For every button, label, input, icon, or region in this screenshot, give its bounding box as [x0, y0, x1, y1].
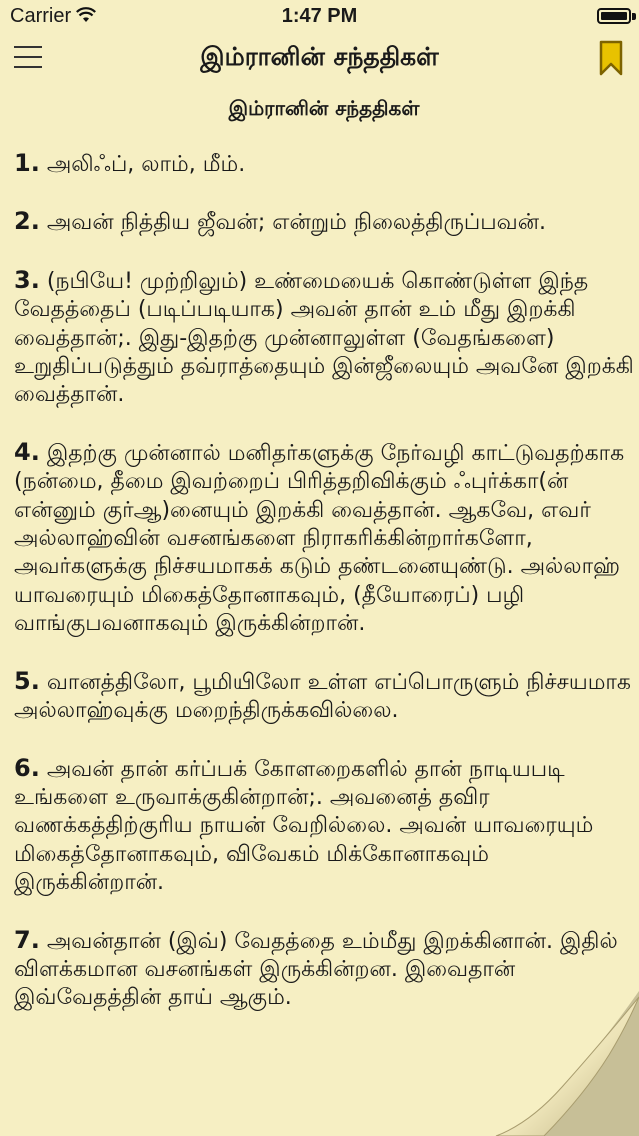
verse-1: 1. அலிஃப், லாம், மீம். [14, 149, 634, 179]
nav-title: இம்ரானின் சந்ததிகள் [200, 42, 439, 71]
navigation-bar: இம்ரானின் சந்ததிகள் [0, 34, 639, 90]
verse-text: அலிஃப், லாம், மீம். [46, 152, 246, 177]
verse-number: 2. [14, 207, 40, 236]
verse-number: 1. [14, 149, 40, 177]
status-time: 1:47 PM [281, 5, 358, 27]
verse-number: 4. [14, 437, 40, 466]
verse-5: 5. வானத்திலோ, பூமியிலோ உள்ள எப்பொருளும் … [14, 667, 634, 726]
chapter-heading: இம்ரானின் சந்ததிகள் [228, 96, 420, 120]
verse-text: அவன் தான் கர்ப்பக் கோளறைகளில் தான் நாடிய… [14, 756, 594, 896]
verse-4: 4. இதற்கு முன்னால் மனிதர்களுக்கு நேர்வழி… [14, 438, 634, 639]
verse-7: 7. அவன்தான் (இவ்) வேதத்தை உம்மீது இறக்கி… [14, 926, 634, 1013]
verse-2: 2. அவன் நித்திய ஜீவன்; என்றும் நிலைத்திர… [14, 207, 634, 237]
verse-number: 6. [14, 753, 40, 782]
verse-text: இதற்கு முன்னால் மனிதர்களுக்கு நேர்வழி கா… [14, 440, 625, 637]
verse-text: அவன்தான் (இவ்) வேதத்தை உம்மீது இறக்கினான… [14, 928, 618, 1011]
status-bar: Carrier 1:47 PM [0, 0, 639, 34]
verse-text: (நபியே! முற்றிலும்) உண்மையைக் கொண்டுள்ள … [14, 268, 634, 408]
chapter-content: இம்ரானின் சந்ததிகள் 1. அலிஃப், லாம், மீம… [14, 96, 634, 1041]
verse-number: 3. [14, 265, 40, 294]
verse-text: வானத்திலோ, பூமியிலோ உள்ள எப்பொருளும் நிச… [14, 669, 631, 724]
bookmark-icon[interactable] [599, 40, 623, 76]
battery-icon [597, 8, 631, 24]
battery-tip [632, 13, 636, 20]
verse-3: 3. (நபியே! முற்றிலும்) உண்மையைக் கொண்டுள… [14, 266, 634, 410]
verse-6: 6. அவன் தான் கர்ப்பக் கோளறைகளில் தான் நா… [14, 754, 634, 898]
verse-text: அவன் நித்திய ஜீவன்; என்றும் நிலைத்திருப்… [46, 210, 547, 236]
verse-number: 5. [14, 666, 40, 695]
verse-number: 7. [14, 925, 40, 954]
